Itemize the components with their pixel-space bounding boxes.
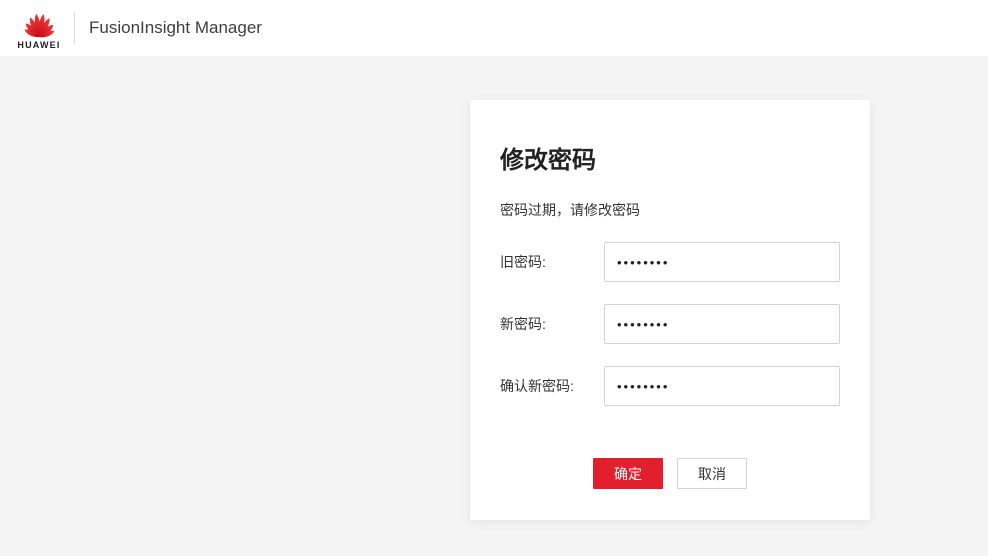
brand-text: HUAWEI — [17, 39, 61, 50]
dialog-actions: 确定 取消 — [500, 458, 840, 489]
form-row-new-password: 新密码: — [500, 304, 840, 344]
huawei-logo: HUAWEI — [10, 7, 68, 50]
new-password-label: 新密码: — [500, 316, 546, 332]
confirm-password-input[interactable] — [604, 366, 840, 406]
dialog-subtitle: 密码过期，请修改密码 — [500, 202, 640, 218]
product-title: FusionInsight Manager — [89, 18, 262, 37]
dialog-title: 修改密码 — [500, 147, 596, 174]
form-row-old-password: 旧密码: — [500, 242, 840, 282]
ok-button[interactable]: 确定 — [593, 458, 663, 489]
header-divider — [74, 12, 75, 44]
old-password-input[interactable] — [604, 242, 840, 282]
huawei-flower-icon — [17, 7, 61, 39]
change-password-dialog: 修改密码 密码过期，请修改密码 旧密码: 新密码: 确认新密码: 确定 取消 — [470, 100, 870, 520]
change-password-form: 旧密码: 新密码: 确认新密码: — [500, 242, 840, 406]
form-row-confirm-password: 确认新密码: — [500, 366, 840, 406]
old-password-label: 旧密码: — [500, 254, 546, 270]
new-password-input[interactable] — [604, 304, 840, 344]
cancel-button[interactable]: 取消 — [677, 458, 747, 489]
confirm-password-label: 确认新密码: — [500, 378, 574, 394]
app-header: HUAWEI FusionInsight Manager — [0, 0, 988, 56]
